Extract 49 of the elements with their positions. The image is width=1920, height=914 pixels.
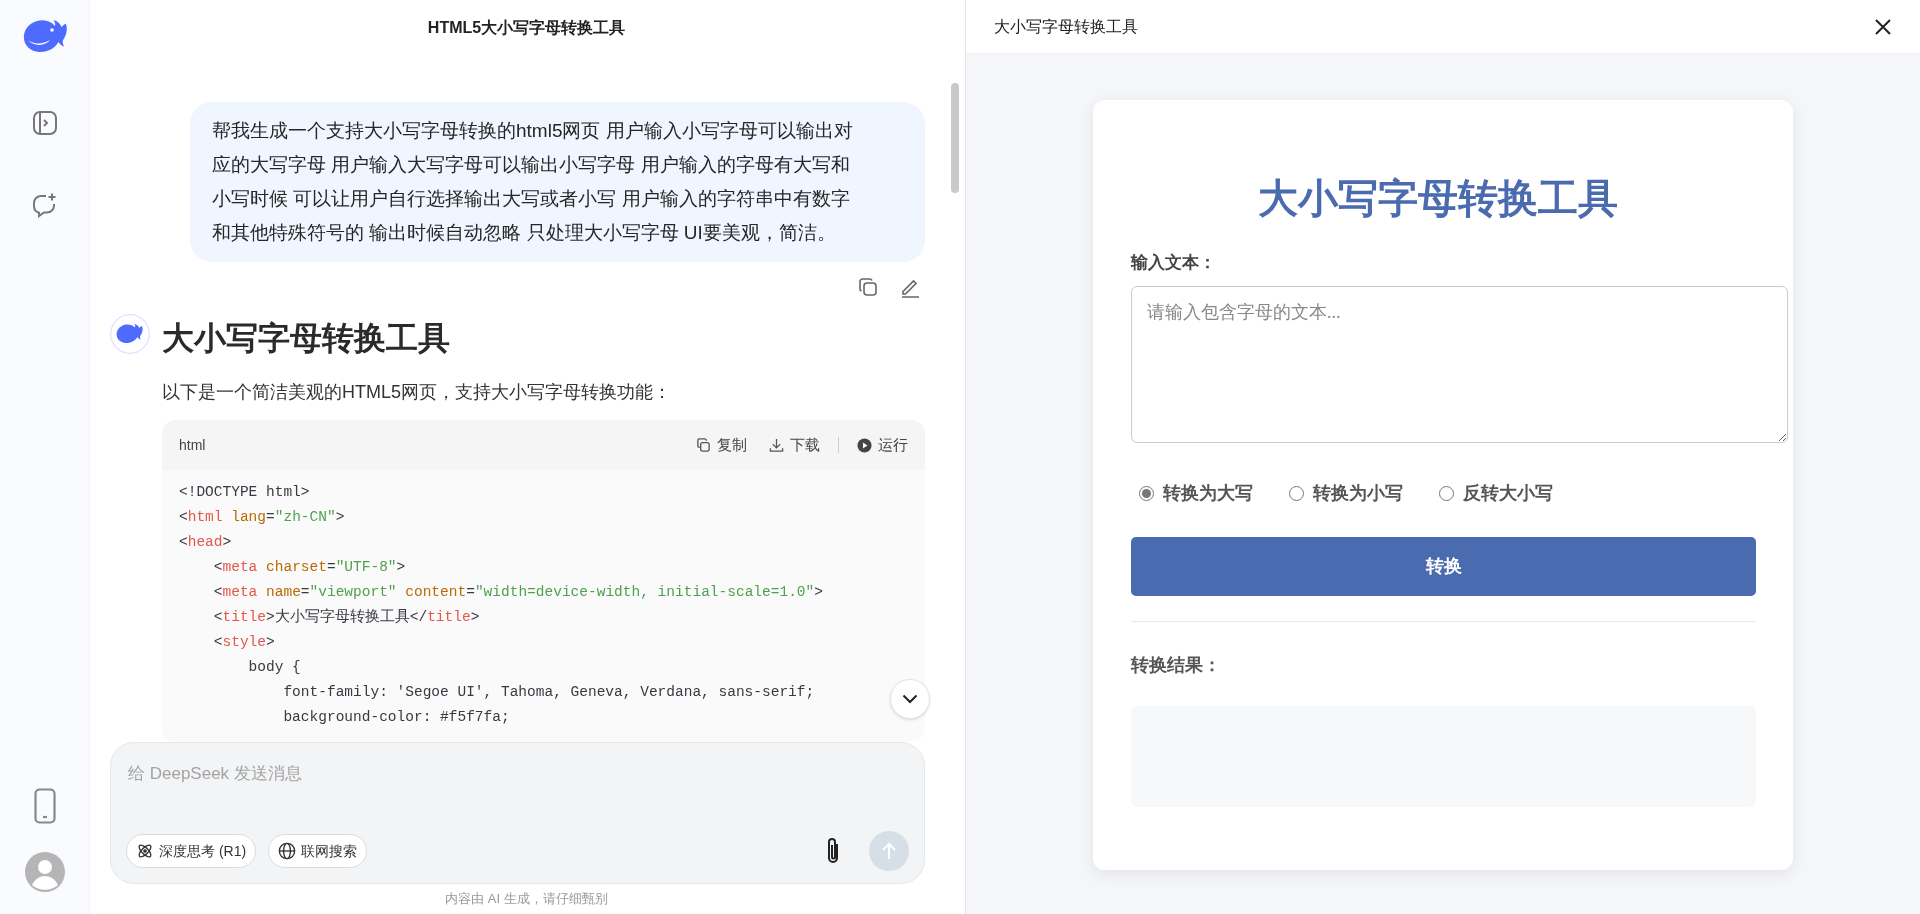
code-line: <head> [179,533,232,552]
play-icon [857,437,872,453]
disclaimer: 内容由 AI 生成，请仔细甄别 [445,890,608,909]
download-button[interactable]: 下载 [769,433,820,457]
globe-icon [278,842,297,860]
assistant-avatar-icon [110,314,150,354]
code-line: <meta charset="UTF-8"> [212,558,406,577]
web-search-toggle[interactable]: 联网搜索 [268,834,368,868]
message-input[interactable]: 给 DeepSeek 发送消息 [126,761,909,787]
code-line: <html lang="zh-CN"> [179,508,345,527]
arrow-up-icon [881,842,897,860]
chat-title: HTML5大小写字母转换工具 [427,18,626,38]
whale-logo-icon[interactable] [21,18,68,54]
input-label: 输入文本： [1131,252,1217,274]
phone-icon[interactable] [33,788,56,824]
copy-button[interactable]: 复制 [696,433,747,457]
atom-icon [136,842,154,860]
code-line: <!DOCTYPE html> [179,483,310,502]
radio-button[interactable] [1289,485,1304,501]
radio-label[interactable]: 转换为大写 [1163,479,1253,507]
code-line: <meta name="viewport" content="width=device-width, initial-scale=1.0"> [212,583,823,602]
code-line: <title>大小写字母转换工具</title> [212,607,480,627]
scrollbar[interactable] [951,83,959,193]
radio-label[interactable]: 反转大小写 [1463,479,1553,507]
code-line: body { [247,658,301,677]
code-line: background-color: #f5f7fa; [282,708,510,727]
answer-intro: 以下是一个简洁美观的HTML5网页，支持大小写字母转换功能： [162,381,672,404]
radio-button[interactable] [1139,485,1154,501]
user-message: 帮我生成一个支持大小写字母转换的html5网页 用户输入小写字母可以输出对 应的大写字母 用户输入大写字母可以输出小写字母 用户输入的字母有大写和 小写时候 可以让用户自行选择输出大写或者小写 用户输入的字符串中有数字 和其他特殊符号的 输出时候自动忽略 只处理大小写字母 UI要美观，简洁。 [190,102,925,262]
run-button[interactable]: 运行 [857,433,908,457]
answer-heading: 大小写字母转换工具 [162,319,451,358]
code-line: font-family: 'Segoe UI', Tahoma, Geneva, Verdana, sans-serif; [282,683,815,702]
close-icon[interactable] [1874,17,1892,36]
app-heading: 大小写字母转换工具 [1257,175,1619,222]
result-label: 转换结果： [1131,653,1222,677]
code-line: <style> [212,633,275,652]
radio-label[interactable]: 转换为小写 [1313,479,1403,507]
deep-think-toggle[interactable]: 深度思考 (R1) [126,834,257,868]
copy-icon[interactable] [857,276,879,298]
preview-title: 大小写字母转换工具 [994,16,1138,37]
convert-button[interactable]: 转换 [1131,536,1756,596]
download-icon [769,437,784,453]
copy-icon [696,437,711,453]
new-chat-icon[interactable] [31,192,58,218]
sidebar-panel-icon[interactable] [31,110,58,136]
radio-button[interactable] [1439,485,1454,501]
text-input[interactable]: 请输入包含字母的文本... [1131,285,1788,443]
chevron-down-icon [902,694,918,704]
code-language: html [179,435,206,455]
